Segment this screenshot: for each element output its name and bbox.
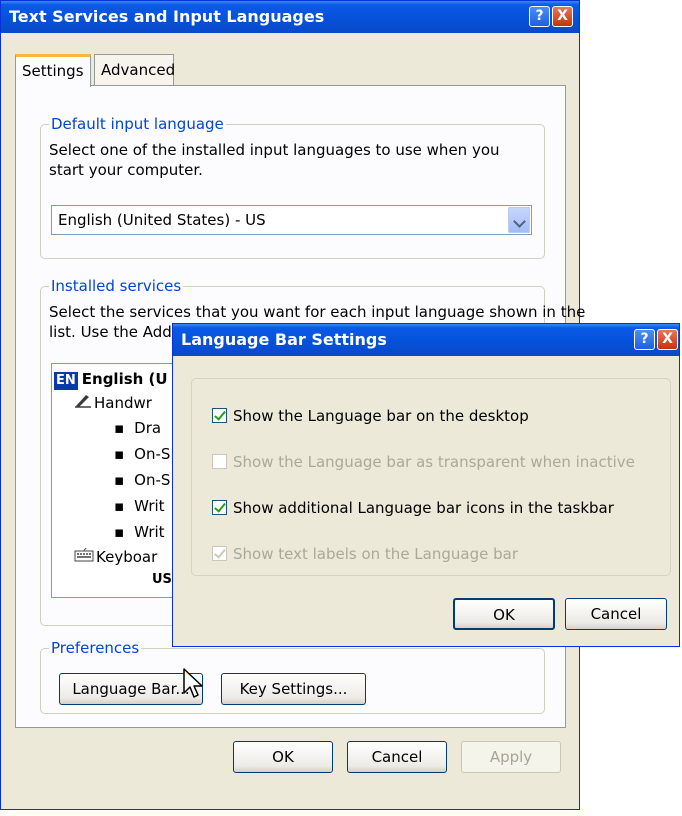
bullet-icon: ▪ — [114, 497, 125, 515]
tree-bullet-3[interactable]: ▪ On-S — [114, 469, 170, 491]
default-language-select[interactable]: English (United States) - US — [51, 205, 532, 235]
tree-bullet-5[interactable]: ▪ Writ — [114, 521, 165, 543]
checkbox-show-on-desktop[interactable] — [212, 408, 227, 423]
tab-advanced[interactable]: Advanced — [94, 54, 175, 86]
preferences-title: Preferences — [49, 638, 142, 658]
lbs-close-icon[interactable]: X — [657, 329, 678, 350]
option-text-labels: Show text labels on the Language bar — [212, 543, 518, 565]
tree-us[interactable]: US — [152, 569, 172, 591]
checkbox-text-labels — [212, 546, 227, 561]
lbs-title: Language Bar Settings — [181, 330, 387, 349]
default-input-description: Select one of the installed input langua… — [49, 141, 500, 179]
option-transparent-inactive: Show the Language bar as transparent whe… — [212, 451, 635, 473]
main-title-bar[interactable]: Text Services and Input Languages — [1, 1, 579, 33]
main-apply-button: Apply — [461, 741, 561, 773]
preferences-group: Preferences Language Bar... Key Settings… — [40, 638, 545, 714]
chevron-down-icon[interactable] — [508, 207, 530, 233]
lbs-ok-button[interactable]: OK — [453, 598, 555, 630]
tree-language-label: English (U — [81, 370, 168, 388]
tree-handwriting[interactable]: Handwr — [74, 392, 152, 414]
handwriting-label: Handwr — [94, 394, 152, 412]
language-bar-settings-dialog: Language Bar Settings ? X Show the Langu… — [172, 323, 680, 647]
handwriting-pen-icon — [74, 392, 94, 414]
lbs-cancel-button[interactable]: Cancel — [565, 598, 667, 630]
tree-keyboard[interactable]: Keyboar — [74, 546, 157, 568]
close-icon[interactable]: X — [552, 6, 573, 27]
mouse-pointer-icon — [183, 668, 205, 704]
lbs-help-icon[interactable]: ? — [634, 329, 655, 350]
keyboard-label: Keyboar — [96, 548, 158, 566]
bullet-icon: ▪ — [114, 523, 125, 541]
en-language-icon: EN — [54, 372, 78, 390]
option-additional-icons[interactable]: Show additional Language bar icons in th… — [212, 497, 614, 519]
lbs-options-group: Show the Language bar on the desktop Sho… — [191, 378, 671, 576]
default-input-title: Default input language — [49, 114, 226, 134]
main-title: Text Services and Input Languages — [9, 7, 325, 26]
tree-bullet-4[interactable]: ▪ Writ — [114, 495, 165, 517]
tree-bullet-1[interactable]: ▪ Dra — [114, 417, 161, 439]
key-settings-button[interactable]: Key Settings... — [221, 673, 366, 705]
keyboard-icon — [74, 546, 96, 568]
default-language-value: English (United States) - US — [58, 211, 266, 229]
installed-services-description-2: list. Use the Add a — [49, 323, 186, 341]
main-cancel-button[interactable]: Cancel — [347, 741, 447, 773]
tab-settings[interactable]: Settings — [15, 54, 91, 87]
tree-language-english[interactable]: EN English (U — [54, 368, 168, 390]
checkbox-additional-icons[interactable] — [212, 500, 227, 515]
checkbox-transparent-inactive — [212, 454, 227, 469]
tree-bullet-2[interactable]: ▪ On-S — [114, 443, 170, 465]
help-icon[interactable]: ? — [529, 6, 550, 27]
installed-services-description-1: Select the services that you want for ea… — [49, 303, 586, 321]
option-show-on-desktop[interactable]: Show the Language bar on the desktop — [212, 405, 529, 427]
installed-services-title: Installed services — [49, 276, 184, 296]
main-ok-button[interactable]: OK — [233, 741, 333, 773]
bullet-icon: ▪ — [114, 445, 125, 463]
language-bar-button[interactable]: Language Bar... — [59, 673, 203, 705]
bullet-icon: ▪ — [114, 419, 125, 437]
bullet-icon: ▪ — [114, 471, 125, 489]
default-input-group: Default input language Select one of the… — [40, 114, 545, 259]
lbs-title-bar[interactable]: Language Bar Settings — [173, 324, 679, 356]
